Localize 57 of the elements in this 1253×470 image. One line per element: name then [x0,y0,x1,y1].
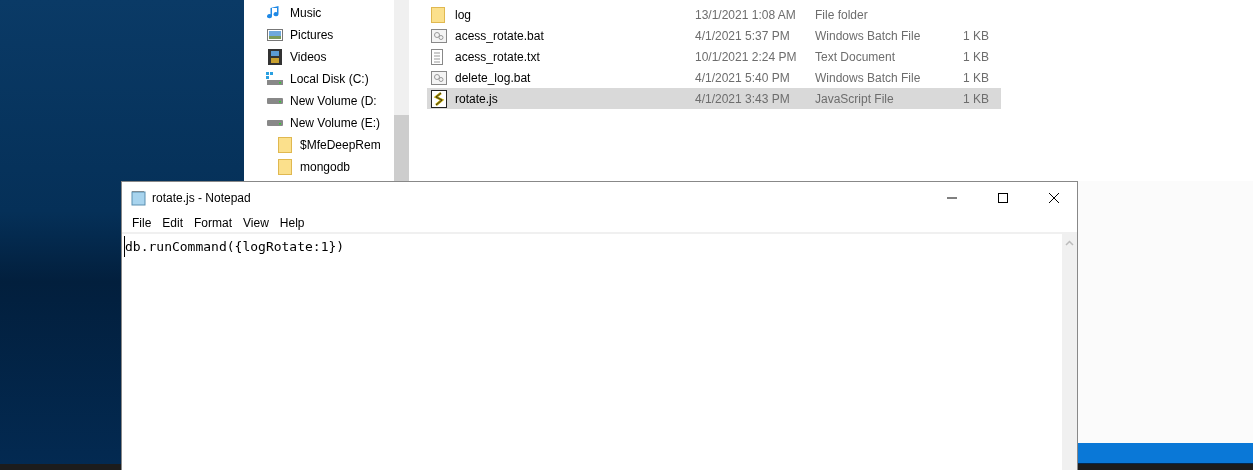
file-type: JavaScript File [815,91,895,106]
gears-file-icon [431,28,447,43]
nav-item[interactable]: New Volume (E:) [290,116,381,130]
scrollbar-thumb[interactable] [394,115,409,181]
text-file-icon [431,48,443,65]
maximize-icon [997,191,1009,204]
picture-icon [267,28,283,42]
file-row[interactable]: rotate.js 4/1/2021 3:43 PM JavaScript File 1 KB [427,88,1001,109]
nav-item[interactable]: $MfeDeepRem [300,138,381,152]
nav-item[interactable]: Pictures [290,28,334,42]
nav-item[interactable]: Music [290,6,322,20]
file-type: Text Document [815,49,897,64]
window-title: rotate.js - Notepad [152,190,252,205]
file-size: 1 KB [962,91,989,106]
menu-item[interactable]: File [128,215,156,230]
file-type: Windows Batch File [815,28,922,43]
nav-item[interactable]: New Volume (D: [290,94,377,108]
file-row[interactable]: log 13/1/2021 1:08 AM File folder [427,4,1001,25]
folder-icon [278,159,292,175]
nav-item[interactable]: Local Disk (C:) [290,72,369,86]
close-icon [1048,191,1060,204]
file-name: delete_log.bat [455,70,532,85]
scroll-up-icon[interactable] [1065,240,1074,246]
file-size: 1 KB [962,49,989,64]
file-type: File folder [815,7,869,22]
disk-drive-icon [266,72,284,86]
disk-drive-icon [267,119,283,127]
file-name: rotate.js [455,91,499,106]
menu-item[interactable]: Format [190,215,237,230]
file-date: 4/1/2021 5:37 PM [695,28,791,43]
file-type: Windows Batch File [815,70,922,85]
menu-item[interactable]: Edit [158,215,188,230]
file-date: 10/1/2021 2:24 PM [695,49,798,64]
file-row[interactable]: acess_rotate.txt 10/1/2021 2:24 PM Text Document 1 KB [427,46,1001,67]
nav-item[interactable]: mongodb [300,160,351,174]
file-date: 13/1/2021 1:08 AM [695,7,797,22]
folder-icon [431,6,445,23]
nav-item[interactable]: Videos [290,50,327,64]
scrollbar[interactable] [1062,234,1077,470]
notepad-icon [131,189,147,206]
scrollbar[interactable] [394,0,409,181]
file-name: acess_rotate.txt [455,49,541,64]
disk-drive-icon [267,97,283,105]
film-icon [268,49,282,65]
file-row[interactable]: acess_rotate.bat 4/1/2021 5:37 PM Windows Batch File 1 KB [427,25,1001,46]
file-row[interactable]: delete_log.bat 4/1/2021 5:40 PM Windows Batch File 1 KB [427,67,1001,88]
file-name: log [455,7,472,22]
file-size: 1 KB [962,28,989,43]
script-file-icon [431,89,447,108]
file-name: acess_rotate.bat [455,28,545,43]
file-date: 4/1/2021 5:40 PM [695,70,791,85]
folder-icon [278,137,292,153]
menu-item[interactable]: View [239,215,273,230]
file-date: 4/1/2021 3:43 PM [695,91,791,106]
menu-item[interactable]: Help [275,215,309,230]
gears-file-icon [431,70,447,85]
file-size: 1 KB [962,70,989,85]
